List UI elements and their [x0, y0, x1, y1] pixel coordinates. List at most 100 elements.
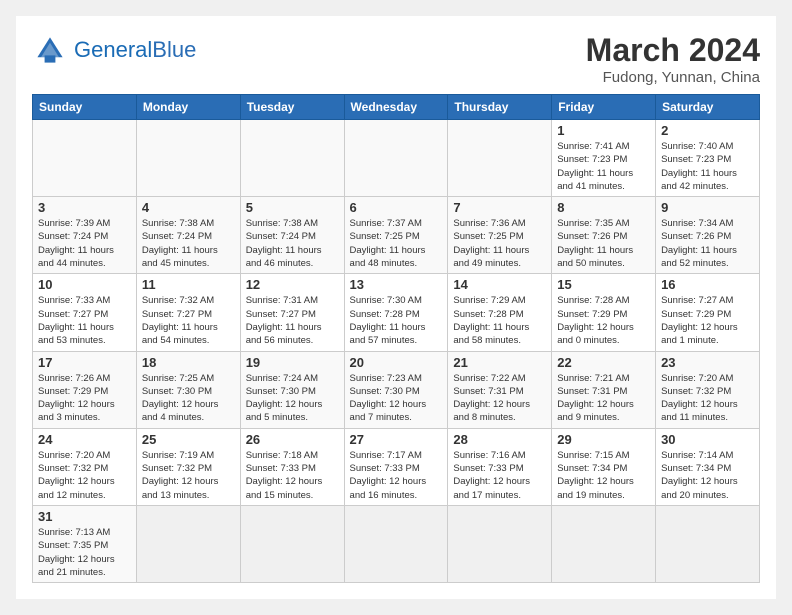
weekday-header-wednesday: Wednesday: [344, 95, 448, 120]
day-info: Sunrise: 7:36 AM Sunset: 7:25 PM Dayligh…: [453, 217, 546, 270]
day-info: Sunrise: 7:16 AM Sunset: 7:33 PM Dayligh…: [453, 449, 546, 502]
calendar-week-3: 10 Sunrise: 7:33 AM Sunset: 7:27 PM Dayli…: [33, 274, 760, 351]
logo-icon: [32, 32, 68, 68]
day-number: 10: [38, 277, 131, 292]
calendar-cell: 6Sunrise: 7:37 AM Sunset: 7:25 PM Daylig…: [344, 197, 448, 274]
logo: GeneralBlue: [32, 32, 196, 68]
calendar-cell: 14 Sunrise: 7:29 AM Sunset: 7:28 PM Dayli…: [448, 274, 552, 351]
day-number: 2: [661, 123, 754, 138]
calendar-cell: 12Sunrise: 7:31 AM Sunset: 7:27 PM Dayli…: [240, 274, 344, 351]
day-number: 30: [661, 432, 754, 447]
calendar-cell: 3Sunrise: 7:39 AM Sunset: 7:24 PM Daylig…: [33, 197, 137, 274]
calendar-cell: 23 Sunrise: 7:20 AM Sunset: 7:32 PM Dayli…: [656, 351, 760, 428]
weekday-header-sunday: Sunday: [33, 95, 137, 120]
calendar-cell: 5Sunrise: 7:38 AM Sunset: 7:24 PM Daylig…: [240, 197, 344, 274]
day-number: 13: [350, 277, 443, 292]
weekday-header-row: SundayMondayTuesdayWednesdayThursdayFrid…: [33, 95, 760, 120]
calendar-cell: 27 Sunrise: 7:17 AM Sunset: 7:33 PM Dayli…: [344, 428, 448, 505]
calendar-cell: 20 Sunrise: 7:23 AM Sunset: 7:30 PM Dayli…: [344, 351, 448, 428]
calendar-cell: 29Sunrise: 7:15 AM Sunset: 7:34 PM Dayli…: [552, 428, 656, 505]
day-info: Sunrise: 7:31 AM Sunset: 7:27 PM Dayligh…: [246, 294, 339, 347]
header: GeneralBlue March 2024 Fudong, Yunnan, C…: [32, 32, 760, 86]
calendar-cell: [344, 120, 448, 197]
day-info: Sunrise: 7:38 AM Sunset: 7:24 PM Dayligh…: [142, 217, 235, 270]
calendar-table: SundayMondayTuesdayWednesdayThursdayFrid…: [32, 94, 760, 583]
day-number: 19: [246, 355, 339, 370]
calendar-cell: 25 Sunrise: 7:19 AM Sunset: 7:32 PM Dayli…: [136, 428, 240, 505]
calendar-cell: 2Sunrise: 7:40 AM Sunset: 7:23 PM Daylig…: [656, 120, 760, 197]
day-number: 14: [453, 277, 546, 292]
calendar-cell: [656, 505, 760, 582]
day-info: Sunrise: 7:18 AM Sunset: 7:33 PM Dayligh…: [246, 449, 339, 502]
day-number: 1: [557, 123, 650, 138]
day-info: Sunrise: 7:37 AM Sunset: 7:25 PM Dayligh…: [350, 217, 443, 270]
calendar-header: SundayMondayTuesdayWednesdayThursdayFrid…: [33, 95, 760, 120]
day-info: Sunrise: 7:27 AM Sunset: 7:29 PM Dayligh…: [661, 294, 754, 347]
day-number: 11: [142, 277, 235, 292]
calendar-cell: 16Sunrise: 7:27 AM Sunset: 7:29 PM Dayli…: [656, 274, 760, 351]
calendar-cell: [344, 505, 448, 582]
calendar-body: 1 Sunrise: 7:41 AM Sunset: 7:23 PM Daylig…: [33, 120, 760, 583]
day-info: Sunrise: 7:32 AM Sunset: 7:27 PM Dayligh…: [142, 294, 235, 347]
weekday-header-tuesday: Tuesday: [240, 95, 344, 120]
calendar-cell: 30Sunrise: 7:14 AM Sunset: 7:34 PM Dayli…: [656, 428, 760, 505]
calendar-cell: 24Sunrise: 7:20 AM Sunset: 7:32 PM Dayli…: [33, 428, 137, 505]
day-info: Sunrise: 7:13 AM Sunset: 7:35 PM Dayligh…: [38, 526, 131, 579]
calendar-cell: 21Sunrise: 7:22 AM Sunset: 7:31 PM Dayli…: [448, 351, 552, 428]
day-number: 9: [661, 200, 754, 215]
month-year: March 2024: [586, 32, 760, 69]
day-number: 4: [142, 200, 235, 215]
day-info: Sunrise: 7:29 AM Sunset: 7:28 PM Dayligh…: [453, 294, 546, 347]
calendar-week-1: 1 Sunrise: 7:41 AM Sunset: 7:23 PM Daylig…: [33, 120, 760, 197]
calendar-cell: 8Sunrise: 7:35 AM Sunset: 7:26 PM Daylig…: [552, 197, 656, 274]
day-number: 7: [453, 200, 546, 215]
day-number: 25: [142, 432, 235, 447]
calendar-cell: 15 Sunrise: 7:28 AM Sunset: 7:29 PM Dayli…: [552, 274, 656, 351]
day-info: Sunrise: 7:20 AM Sunset: 7:32 PM Dayligh…: [661, 372, 754, 425]
day-number: 23: [661, 355, 754, 370]
day-info: Sunrise: 7:33 AM Sunset: 7:27 PM Dayligh…: [38, 294, 131, 347]
logo-text: GeneralBlue: [74, 39, 196, 62]
day-info: Sunrise: 7:17 AM Sunset: 7:33 PM Dayligh…: [350, 449, 443, 502]
calendar-cell: [136, 505, 240, 582]
day-number: 24: [38, 432, 131, 447]
location: Fudong, Yunnan, China: [586, 69, 760, 86]
day-number: 15: [557, 277, 650, 292]
calendar-cell: 28Sunrise: 7:16 AM Sunset: 7:33 PM Dayli…: [448, 428, 552, 505]
calendar-cell: 17Sunrise: 7:26 AM Sunset: 7:29 PM Dayli…: [33, 351, 137, 428]
weekday-header-thursday: Thursday: [448, 95, 552, 120]
calendar-cell: 7 Sunrise: 7:36 AM Sunset: 7:25 PM Daylig…: [448, 197, 552, 274]
logo-blue: Blue: [152, 37, 196, 62]
calendar-cell: 13 Sunrise: 7:30 AM Sunset: 7:28 PM Dayli…: [344, 274, 448, 351]
calendar-week-4: 17Sunrise: 7:26 AM Sunset: 7:29 PM Dayli…: [33, 351, 760, 428]
day-info: Sunrise: 7:23 AM Sunset: 7:30 PM Dayligh…: [350, 372, 443, 425]
day-number: 18: [142, 355, 235, 370]
day-info: Sunrise: 7:24 AM Sunset: 7:30 PM Dayligh…: [246, 372, 339, 425]
day-info: Sunrise: 7:39 AM Sunset: 7:24 PM Dayligh…: [38, 217, 131, 270]
calendar-week-2: 3Sunrise: 7:39 AM Sunset: 7:24 PM Daylig…: [33, 197, 760, 274]
day-number: 20: [350, 355, 443, 370]
weekday-header-monday: Monday: [136, 95, 240, 120]
day-info: Sunrise: 7:25 AM Sunset: 7:30 PM Dayligh…: [142, 372, 235, 425]
day-info: Sunrise: 7:35 AM Sunset: 7:26 PM Dayligh…: [557, 217, 650, 270]
calendar-cell: [33, 120, 137, 197]
day-number: 22: [557, 355, 650, 370]
calendar-week-6: 31 Sunrise: 7:13 AM Sunset: 7:35 PM Dayli…: [33, 505, 760, 582]
day-info: Sunrise: 7:15 AM Sunset: 7:34 PM Dayligh…: [557, 449, 650, 502]
day-info: Sunrise: 7:30 AM Sunset: 7:28 PM Dayligh…: [350, 294, 443, 347]
calendar-week-5: 24Sunrise: 7:20 AM Sunset: 7:32 PM Dayli…: [33, 428, 760, 505]
day-info: Sunrise: 7:19 AM Sunset: 7:32 PM Dayligh…: [142, 449, 235, 502]
calendar-cell: 18 Sunrise: 7:25 AM Sunset: 7:30 PM Dayli…: [136, 351, 240, 428]
day-info: Sunrise: 7:41 AM Sunset: 7:23 PM Dayligh…: [557, 140, 650, 193]
title-block: March 2024 Fudong, Yunnan, China: [586, 32, 760, 86]
day-info: Sunrise: 7:28 AM Sunset: 7:29 PM Dayligh…: [557, 294, 650, 347]
day-number: 27: [350, 432, 443, 447]
calendar-cell: 9Sunrise: 7:34 AM Sunset: 7:26 PM Daylig…: [656, 197, 760, 274]
calendar-cell: [136, 120, 240, 197]
day-number: 31: [38, 509, 131, 524]
calendar-cell: [552, 505, 656, 582]
weekday-header-saturday: Saturday: [656, 95, 760, 120]
calendar-page: GeneralBlue March 2024 Fudong, Yunnan, C…: [16, 16, 776, 599]
calendar-cell: 10 Sunrise: 7:33 AM Sunset: 7:27 PM Dayli…: [33, 274, 137, 351]
day-number: 5: [246, 200, 339, 215]
